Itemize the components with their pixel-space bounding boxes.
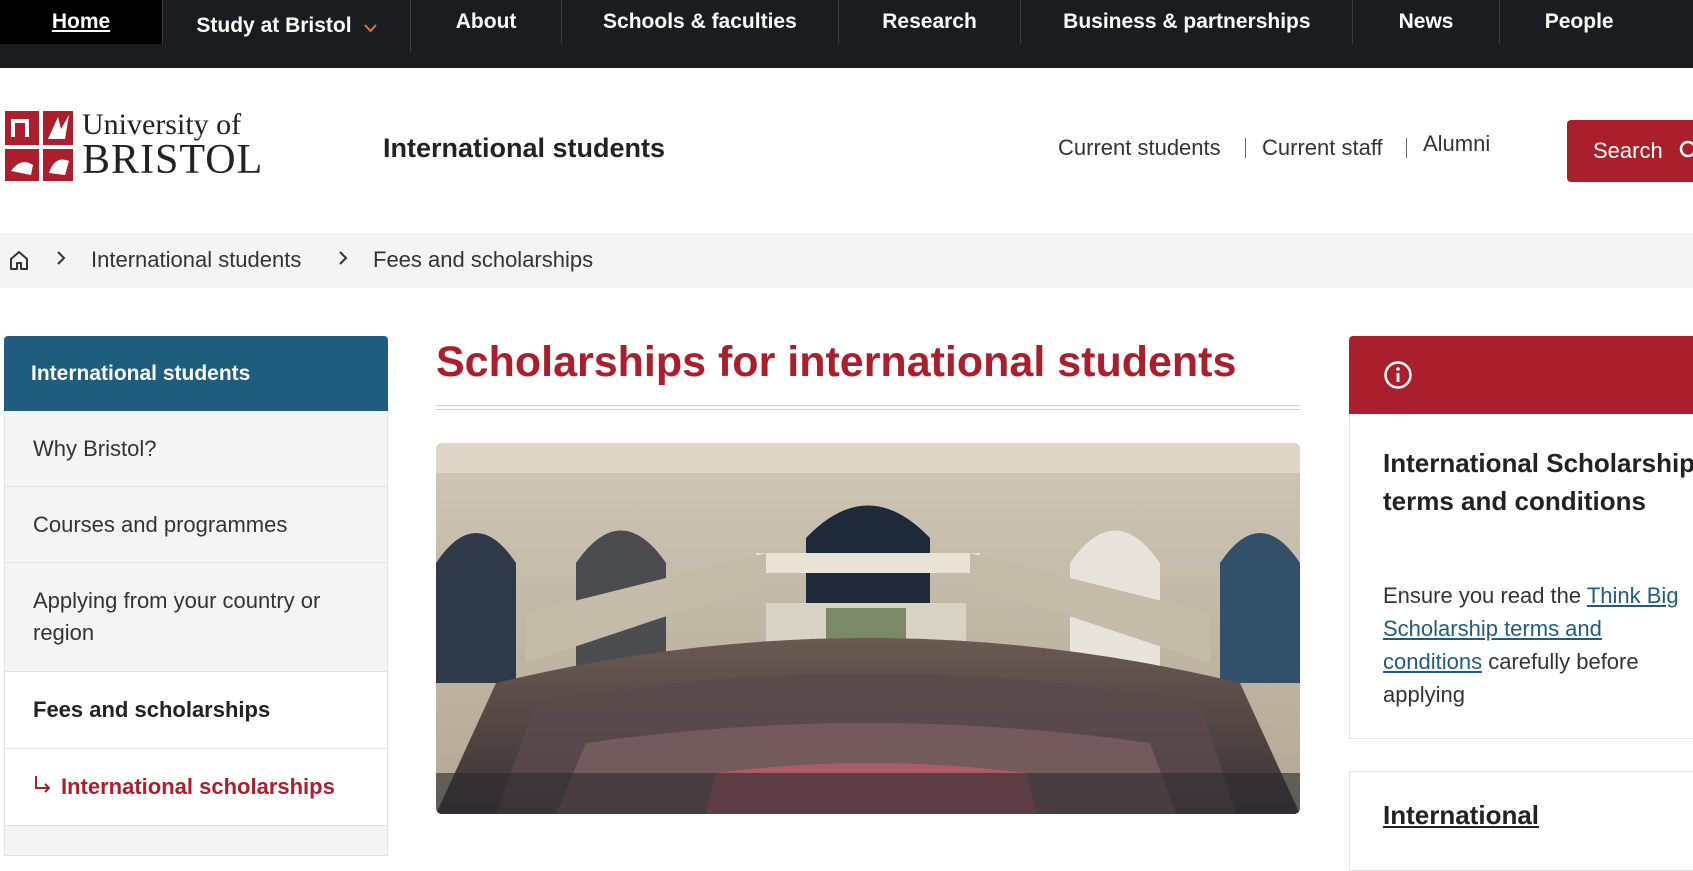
- utility-divider: [1406, 138, 1407, 158]
- info-body-text-before: Ensure you read the: [1383, 583, 1587, 608]
- sub-arrow-icon: [33, 771, 53, 803]
- utility-divider: [1245, 138, 1246, 158]
- section-sidebar: International students Why Bristol? Cour…: [4, 336, 388, 856]
- logo-line1: University of: [82, 108, 242, 141]
- link-alumni[interactable]: Alumni: [1423, 131, 1490, 157]
- search-label: Search: [1593, 138, 1663, 163]
- page-title: Scholarships for international students: [436, 338, 1237, 386]
- nav-business-partnerships[interactable]: Business & partnerships: [1021, 0, 1354, 44]
- nav-study-at-bristol[interactable]: Study at Bristol: [163, 0, 411, 52]
- sidebar-heading[interactable]: International students: [4, 336, 388, 411]
- info-icon: [1384, 361, 1412, 389]
- chevron-down-icon: [363, 20, 377, 36]
- breadcrumb: International students Fees and scholars…: [0, 233, 1693, 288]
- title-divider: [436, 405, 1300, 410]
- nav-study-label: Study at Bristol: [196, 14, 352, 37]
- sidebar-item-courses[interactable]: Courses and programmes: [4, 487, 388, 563]
- related-card: International: [1349, 771, 1693, 871]
- search-icon: [1679, 140, 1693, 158]
- sidebar-item-fees-scholarships[interactable]: Fees and scholarships: [4, 672, 388, 749]
- hero-group-photo: [436, 443, 1300, 814]
- info-panel-title: International Scholarship terms and cond…: [1383, 448, 1693, 516]
- chevron-right-icon: [338, 249, 348, 272]
- sidebar-item-partial[interactable]: [4, 826, 388, 856]
- sidebar-item-international-scholarships[interactable]: International scholarships: [4, 749, 388, 826]
- nav-home[interactable]: Home: [0, 0, 163, 44]
- nav-research[interactable]: Research: [839, 0, 1022, 44]
- sidebar-item-label: International scholarships: [61, 774, 335, 799]
- info-panel-header: [1349, 336, 1693, 414]
- breadcrumb-international-students[interactable]: International students: [91, 247, 301, 273]
- site-title[interactable]: International students: [383, 133, 665, 164]
- link-current-staff[interactable]: Current staff: [1262, 135, 1383, 161]
- sidebar-item-why-bristol[interactable]: Why Bristol?: [4, 411, 388, 487]
- nav-people[interactable]: People: [1500, 0, 1693, 44]
- related-card-title[interactable]: International: [1383, 800, 1539, 831]
- link-current-students[interactable]: Current students: [1058, 135, 1221, 161]
- info-panel-card: International Scholarship terms and cond…: [1349, 414, 1693, 739]
- info-panel-body: Ensure you read the Think Big Scholarshi…: [1383, 579, 1693, 711]
- nav-schools-faculties[interactable]: Schools & faculties: [562, 0, 839, 44]
- logo-wordmark[interactable]: University of BRISTOL: [82, 108, 264, 183]
- nav-news[interactable]: News: [1353, 0, 1500, 44]
- nav-about[interactable]: About: [411, 0, 563, 44]
- logo-line2: BRISTOL: [82, 137, 264, 183]
- home-icon[interactable]: [8, 249, 30, 271]
- chevron-right-icon: [56, 249, 66, 272]
- search-button[interactable]: Search: [1567, 120, 1693, 182]
- sidebar-item-applying-country[interactable]: Applying from your country or region: [4, 563, 388, 672]
- top-navigation: Home Study at Bristol About Schools & fa…: [0, 0, 1693, 68]
- breadcrumb-fees-scholarships[interactable]: Fees and scholarships: [373, 247, 593, 273]
